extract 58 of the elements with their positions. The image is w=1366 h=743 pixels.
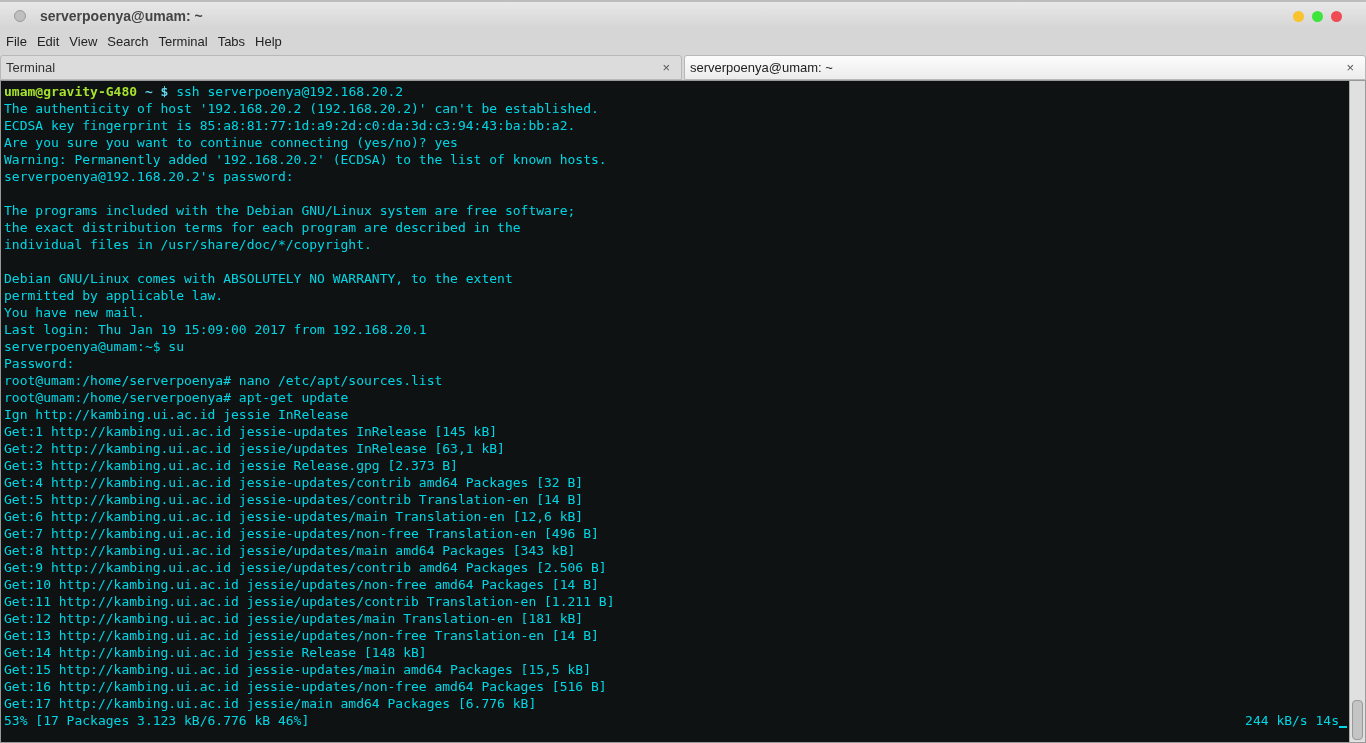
output-line: Password: — [4, 356, 75, 371]
output-line: root@umam:/home/serverpoenya# nano /etc/apt/sources.list — [4, 373, 443, 388]
output-line: root@umam:/home/serverpoenya# apt-get update — [4, 390, 349, 405]
rate-text: 244 kB/s 14s — [1245, 712, 1339, 729]
output-line: Get:2 http://kambing.ui.ac.id jessie/updates InRelease [63,1 kB] — [4, 441, 505, 456]
output-line: The authenticity of host '192.168.20.2 (192.168.20.2)' can't be established. — [4, 101, 599, 116]
output-line: Last login: Thu Jan 19 15:09:00 2017 from 192.168.20.1 — [4, 322, 427, 337]
output-line: The programs included with the Debian GNU/Linux system are free software; — [4, 203, 576, 218]
output-line: serverpoenya@umam:~$ su — [4, 339, 184, 354]
output-line: Ign http://kambing.ui.ac.id jessie InRelease — [4, 407, 349, 422]
prompt-path: ~ $ — [144, 84, 169, 99]
menu-item[interactable]: Help — [250, 31, 287, 52]
scrollbar-thumb[interactable] — [1352, 700, 1363, 740]
output-line: Are you sure you want to continue connecting (yes/no)? yes — [4, 135, 458, 150]
output-line: Get:16 http://kambing.ui.ac.id jessie-updates/non-free amd64 Packages [516 B] — [4, 679, 607, 694]
maximize-button[interactable] — [1312, 10, 1323, 22]
menu-item[interactable]: Edit — [31, 31, 65, 52]
tab-close-icon[interactable]: × — [1346, 57, 1354, 78]
text-cursor — [1339, 726, 1347, 728]
menu-item[interactable]: Terminal — [153, 31, 213, 52]
menu-item[interactable]: Tabs — [212, 31, 251, 52]
prompt-user: umam@gravity-G480 — [4, 84, 138, 99]
output-line: Debian GNU/Linux comes with ABSOLUTELY NO WARRANTY, to the extent — [4, 271, 513, 286]
output-line: Get:11 http://kambing.ui.ac.id jessie/updates/contrib Translation-en [1.211 B] — [4, 594, 615, 609]
command-text: ssh serverpoenya@192.168.20.2 — [176, 84, 404, 99]
minimize-button[interactable] — [1293, 10, 1304, 22]
window-title: serverpoenya@umam: ~ — [40, 6, 203, 26]
scrollbar[interactable] — [1349, 81, 1365, 742]
tab-close-icon[interactable]: × — [662, 57, 670, 78]
output-line: Get:3 http://kambing.ui.ac.id jessie Release.gpg [2.373 B] — [4, 458, 458, 473]
output-line: Get:17 http://kambing.ui.ac.id jessie/main amd64 Packages [6.776 kB] — [4, 696, 537, 711]
output-line: You have new mail. — [4, 305, 145, 320]
close-button[interactable] — [1331, 10, 1342, 22]
output-line: Get:4 http://kambing.ui.ac.id jessie-updates/contrib amd64 Packages [32 B] — [4, 475, 584, 490]
output-line: Get:8 http://kambing.ui.ac.id jessie/updates/main amd64 Packages [343 kB] — [4, 543, 576, 558]
output-line: Get:12 http://kambing.ui.ac.id jessie/updates/main Translation-en [181 kB] — [4, 611, 584, 626]
output-line: Get:15 http://kambing.ui.ac.id jessie-updates/main amd64 Packages [15,5 kB] — [4, 662, 591, 677]
output-line: Get:9 http://kambing.ui.ac.id jessie/updates/contrib amd64 Packages [2.506 B] — [4, 560, 607, 575]
output-line: Get:5 http://kambing.ui.ac.id jessie-updates/contrib Translation-en [14 B] — [4, 492, 584, 507]
output-line: Get:14 http://kambing.ui.ac.id jessie Release [148 kB] — [4, 645, 427, 660]
output-line: Get:1 http://kambing.ui.ac.id jessie-updates InRelease [145 kB] — [4, 424, 498, 439]
output-line: Get:13 http://kambing.ui.ac.id jessie/updates/non-free Translation-en [14 B] — [4, 628, 599, 643]
tab[interactable]: serverpoenya@umam: ~ × — [684, 55, 1366, 80]
output-line: Get:6 http://kambing.ui.ac.id jessie-updates/main Translation-en [12,6 kB] — [4, 509, 584, 524]
window-icon — [14, 10, 26, 22]
output-line: individual files in /usr/share/doc/*/copyright. — [4, 237, 372, 252]
menu-item[interactable]: File — [1, 31, 32, 52]
tab[interactable]: Terminal × — [0, 55, 682, 80]
output-line: Warning: Permanently added '192.168.20.2' (ECDSA) to the list of known hosts. — [4, 152, 607, 167]
output-line: the exact distribution terms for each program are described in the — [4, 220, 521, 235]
output-line: serverpoenya@192.168.20.2's password: — [4, 169, 294, 184]
progress-text: 53% [17 Packages 3.123 kB/6.776 kB 46%] — [4, 712, 310, 729]
output-line: Get:7 http://kambing.ui.ac.id jessie-updates/non-free Translation-en [496 B] — [4, 526, 599, 541]
output-line: Get:10 http://kambing.ui.ac.id jessie/updates/non-free amd64 Packages [14 B] — [4, 577, 599, 592]
output-line: permitted by applicable law. — [4, 288, 224, 303]
menu-item[interactable]: View — [64, 31, 103, 52]
menu-item[interactable]: Search — [102, 31, 154, 52]
output-line: ECDSA key fingerprint is 85:a8:81:77:1d:a9:2d:c0:da:3d:c3:94:43:ba:bb:a2. — [4, 118, 576, 133]
